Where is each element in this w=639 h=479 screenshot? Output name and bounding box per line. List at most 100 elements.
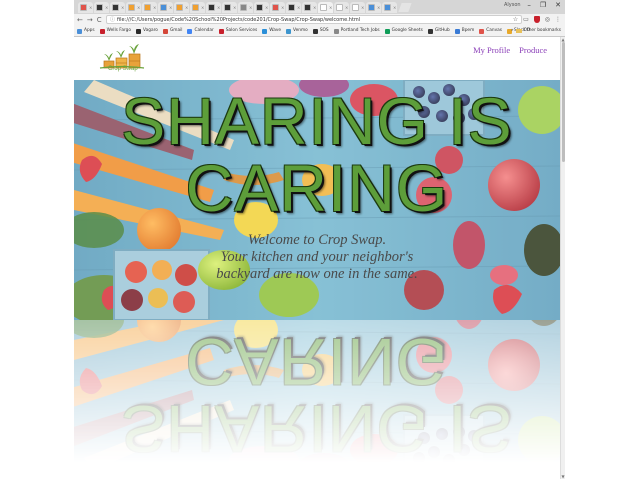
page-info-icon[interactable]: ⓘ <box>110 17 115 23</box>
tab-favicon-icon <box>128 4 135 11</box>
page-scrollbar[interactable]: ▲ ▼ <box>560 37 565 479</box>
cast-icon[interactable]: ▭ <box>523 16 529 23</box>
bookmark-item[interactable]: Bpem <box>454 27 474 35</box>
tab-close-icon[interactable]: × <box>297 5 300 10</box>
new-tab-button[interactable] <box>398 3 412 12</box>
tab-close-icon[interactable]: × <box>249 5 252 10</box>
browser-tab[interactable]: × <box>334 2 349 13</box>
bookmarks-overflow-icon[interactable]: » <box>511 27 514 35</box>
tab-list: × × × × × × × × × × × × × × × × × × × × <box>78 2 412 14</box>
nav-link-produce[interactable]: Produce <box>519 45 547 55</box>
extension-shield-icon[interactable] <box>533 16 540 23</box>
bookmark-favicon-icon <box>333 28 339 34</box>
tab-close-icon[interactable]: × <box>393 5 396 10</box>
menu-kebab-icon[interactable]: ⋮ <box>555 16 561 23</box>
folder-icon <box>515 29 522 33</box>
site-navbar: Crop Swap My Profile Produce <box>74 37 560 80</box>
tab-close-icon[interactable]: × <box>313 5 316 10</box>
close-window-button[interactable]: ✕ <box>555 1 561 9</box>
browser-tab[interactable]: × <box>350 2 365 13</box>
bookmark-item[interactable]: SOS <box>312 27 329 35</box>
bookmark-item[interactable]: Vagaro <box>136 27 158 35</box>
bookmark-item[interactable]: Venmo <box>286 27 308 35</box>
tab-close-icon[interactable]: × <box>201 5 204 10</box>
browser-tab[interactable]: × <box>94 2 109 13</box>
back-button[interactable]: ← <box>77 15 83 25</box>
logo-text: Crop Swap <box>108 66 138 72</box>
tab-close-icon[interactable]: × <box>137 5 140 10</box>
browser-tab[interactable]: × <box>110 2 125 13</box>
bookmark-item[interactable]: Canvas <box>479 27 502 35</box>
tab-close-icon[interactable]: × <box>89 5 92 10</box>
bookmark-item[interactable]: Calendar <box>187 27 214 35</box>
bookmark-item[interactable]: Apps <box>77 27 95 35</box>
tab-close-icon[interactable]: × <box>185 5 188 10</box>
tab-close-icon[interactable]: × <box>121 5 124 10</box>
bookmark-label: Venmo <box>293 28 308 33</box>
browser-tab[interactable]: × <box>190 2 205 13</box>
tab-close-icon[interactable]: × <box>153 5 156 10</box>
nav-link-my-profile[interactable]: My Profile <box>473 45 510 55</box>
browser-tab[interactable]: × <box>238 2 253 13</box>
browser-tab[interactable]: × <box>366 2 381 13</box>
forward-button[interactable]: → <box>87 15 93 25</box>
tab-favicon-icon <box>240 4 247 11</box>
tab-close-icon[interactable]: × <box>169 5 172 10</box>
bookmark-label: Portland Tech Jobs <box>340 28 380 33</box>
browser-tab[interactable]: × <box>222 2 237 13</box>
browser-tab[interactable]: × <box>142 2 157 13</box>
other-bookmarks-folder[interactable]: » Other bookmarks <box>511 27 561 35</box>
browser-tab[interactable]: × <box>158 2 173 13</box>
tab-close-icon[interactable]: × <box>329 5 332 10</box>
bookmark-favicon-icon <box>427 28 433 34</box>
tab-close-icon[interactable]: × <box>361 5 364 10</box>
tab-close-icon[interactable]: × <box>377 5 380 10</box>
browser-tab[interactable]: × <box>254 2 269 13</box>
bookmark-item[interactable]: Portland Tech Jobs <box>333 27 380 35</box>
bookmark-favicon-icon <box>218 28 224 34</box>
browser-tab[interactable]: × <box>78 2 93 13</box>
crop-swap-logo[interactable] <box>98 41 146 79</box>
profile-name[interactable]: Alyson <box>504 2 521 8</box>
tab-close-icon[interactable]: × <box>265 5 268 10</box>
bookmark-item[interactable]: Wells Fargo <box>99 27 131 35</box>
browser-tab[interactable]: × <box>318 2 333 13</box>
tab-favicon-icon <box>80 4 87 11</box>
maximize-button[interactable]: ❐ <box>540 1 546 9</box>
hero-title-line-1: SHARING IS <box>121 392 513 466</box>
star-icon[interactable]: ☆ <box>513 16 518 23</box>
reload-button[interactable]: C <box>97 15 102 25</box>
scroll-down-icon[interactable]: ▼ <box>561 474 565 479</box>
bookmark-favicon-icon <box>454 28 460 34</box>
browser-tab[interactable]: × <box>302 2 317 13</box>
bookmark-favicon-icon <box>99 28 105 34</box>
bookmark-label: Google Sheets <box>391 28 423 33</box>
bookmark-item[interactable]: GitHub <box>427 27 450 35</box>
browser-tab[interactable]: × <box>286 2 301 13</box>
tab-favicon-icon <box>368 4 375 11</box>
nav-buttons: ← → C <box>77 15 102 25</box>
welcome-line-1: Welcome to Crop Swap. <box>247 232 387 248</box>
browser-tab[interactable]: × <box>126 2 141 13</box>
browser-tab[interactable]: × <box>174 2 189 13</box>
bookmark-item[interactable]: Salon Services <box>218 27 257 35</box>
browser-tab[interactable]: × <box>206 2 221 13</box>
minimize-button[interactable]: – <box>527 1 531 9</box>
bookmark-item[interactable]: Google Sheets <box>384 27 423 35</box>
tab-close-icon[interactable]: × <box>233 5 236 10</box>
bookmark-item[interactable]: Wave <box>262 27 281 35</box>
tab-strip: × × × × × × × × × × × × × × × × × × × × Alyson – ❐ ✕ <box>74 0 565 14</box>
tab-close-icon[interactable]: × <box>105 5 108 10</box>
scroll-thumb[interactable] <box>562 42 565 162</box>
browser-tab[interactable]: × <box>270 2 285 13</box>
tab-close-icon[interactable]: × <box>217 5 220 10</box>
address-bar[interactable]: ⓘ file:///C:/Users/pogue/Code%20School%20… <box>106 15 522 24</box>
browser-tab[interactable]: × <box>382 2 397 13</box>
hero-reflection: SHARING IS CARING Welcome to Crop Swap. … <box>74 320 560 470</box>
bookmark-item[interactable]: Gmail <box>162 27 182 35</box>
tab-close-icon[interactable]: × <box>345 5 348 10</box>
tab-favicon-icon <box>352 4 359 11</box>
tab-favicon-icon <box>272 4 279 11</box>
extension-icon[interactable]: ◎ <box>545 16 550 23</box>
tab-close-icon[interactable]: × <box>281 5 284 10</box>
